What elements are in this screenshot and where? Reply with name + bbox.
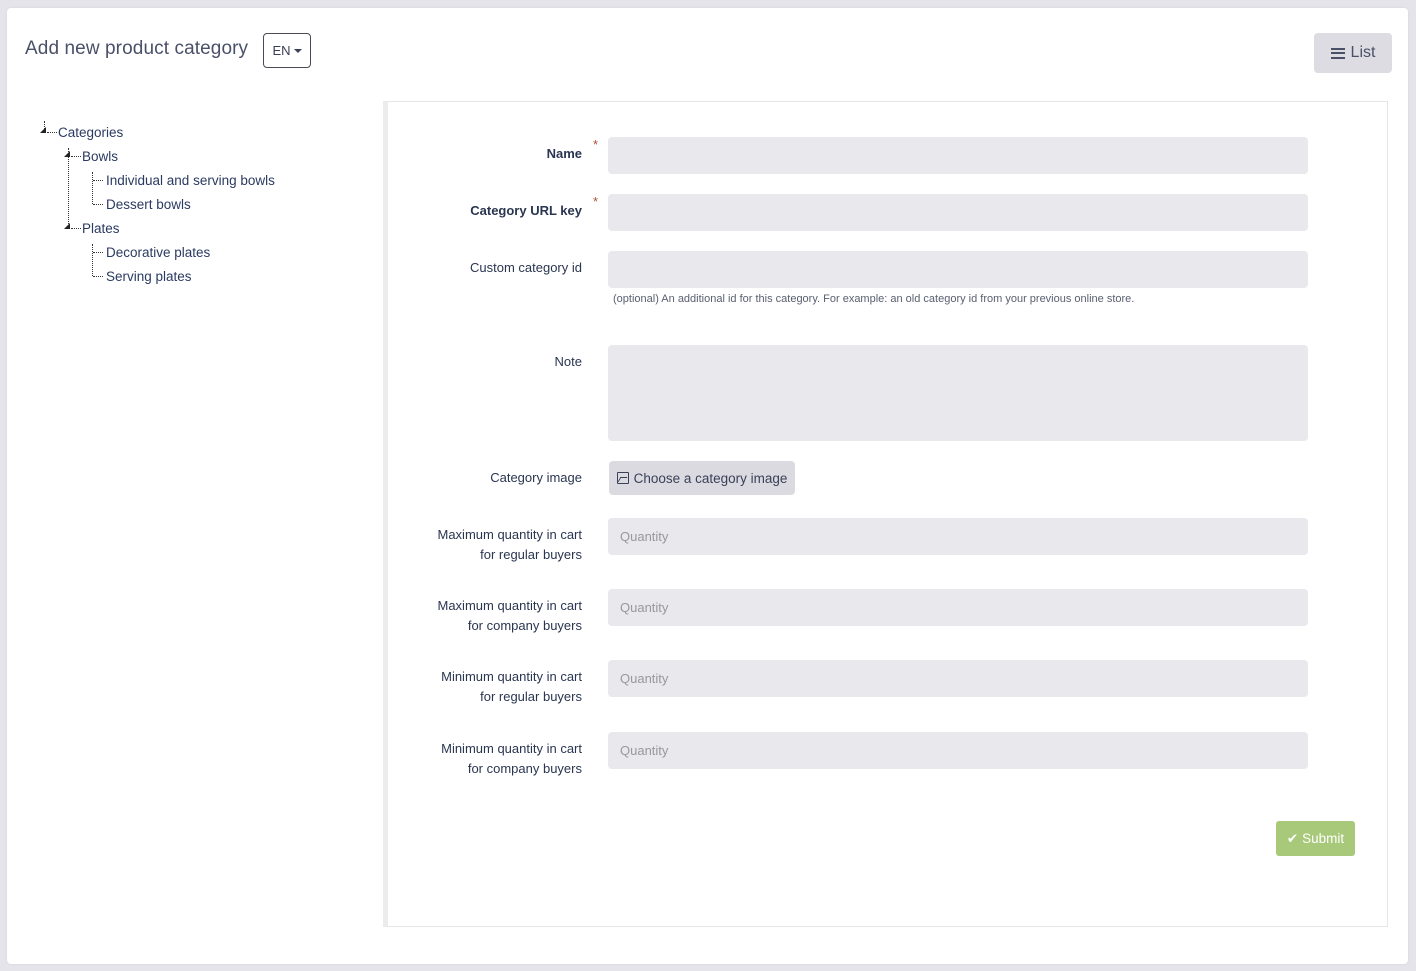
min-qty-regular-input[interactable]: Quantity bbox=[608, 660, 1308, 697]
url-key-input[interactable] bbox=[608, 194, 1308, 231]
language-dropdown[interactable]: EN bbox=[263, 33, 311, 68]
label-line: for company buyers bbox=[467, 618, 582, 633]
expand-toggle-icon[interactable] bbox=[40, 127, 46, 133]
custom-id-input[interactable] bbox=[608, 251, 1308, 288]
placeholder-text: Quantity bbox=[620, 529, 669, 544]
choose-image-button[interactable]: Choose a category image bbox=[609, 461, 795, 495]
note-textarea[interactable] bbox=[608, 345, 1308, 441]
expand-toggle-icon[interactable] bbox=[64, 223, 70, 229]
choose-image-label: Choose a category image bbox=[633, 470, 788, 486]
expand-toggle-icon[interactable] bbox=[64, 151, 70, 157]
max-qty-company-input[interactable]: Quantity bbox=[608, 589, 1308, 626]
note-label: Note bbox=[554, 354, 582, 369]
label-line: Maximum quantity in cart bbox=[437, 598, 583, 613]
tree-connector bbox=[71, 156, 81, 157]
tree-item-bowls[interactable]: Bowls bbox=[82, 149, 118, 164]
max-qty-regular-label: Maximum quantity in cart for regular buy… bbox=[438, 525, 583, 565]
category-image-label: Category image bbox=[490, 470, 582, 485]
tree-item-plates[interactable]: Plates bbox=[82, 221, 120, 236]
tree-connector bbox=[47, 132, 57, 133]
required-marker: * bbox=[593, 194, 599, 209]
placeholder-text: Quantity bbox=[620, 600, 669, 615]
label-line: for regular buyers bbox=[480, 689, 582, 704]
list-icon bbox=[1330, 47, 1345, 59]
list-button-label: List bbox=[1350, 44, 1376, 61]
page-card: Add new product category EN List Categor… bbox=[7, 8, 1408, 964]
tree-connector bbox=[71, 228, 81, 229]
tree-connector bbox=[93, 252, 103, 253]
tree-item[interactable]: Decorative plates bbox=[106, 245, 210, 260]
custom-id-label: Custom category id bbox=[470, 260, 582, 275]
name-label: Name bbox=[546, 146, 582, 161]
image-icon bbox=[616, 472, 629, 484]
list-button[interactable]: List bbox=[1314, 33, 1392, 73]
submit-label: Submit bbox=[1302, 831, 1345, 846]
max-qty-company-label: Maximum quantity in cart for company buy… bbox=[438, 596, 583, 636]
custom-id-help-text: (optional) An additional id for this cat… bbox=[613, 293, 1135, 305]
label-line: for regular buyers bbox=[480, 547, 582, 562]
label-line: Maximum quantity in cart bbox=[437, 527, 583, 542]
label-line: Minimum quantity in cart bbox=[441, 669, 582, 684]
tree-connector bbox=[93, 180, 103, 181]
submit-button[interactable]: ✔ Submit bbox=[1276, 821, 1355, 856]
tree-item[interactable]: Dessert bowls bbox=[106, 197, 191, 212]
min-qty-company-label: Minimum quantity in cart for company buy… bbox=[441, 739, 582, 779]
placeholder-text: Quantity bbox=[620, 671, 669, 686]
tree-item[interactable]: Individual and serving bowls bbox=[106, 173, 275, 188]
tree-item[interactable]: Serving plates bbox=[106, 269, 192, 284]
check-icon: ✔ bbox=[1286, 830, 1299, 846]
label-line: Minimum quantity in cart bbox=[441, 741, 582, 756]
page-title: Add new product category bbox=[25, 38, 249, 59]
label-line: for company buyers bbox=[467, 761, 582, 776]
min-qty-company-input[interactable]: Quantity bbox=[608, 732, 1308, 769]
category-form: Name * Category URL key * Custom categor… bbox=[383, 101, 1388, 927]
min-qty-regular-label: Minimum quantity in cart for regular buy… bbox=[441, 667, 582, 707]
name-input[interactable] bbox=[608, 137, 1308, 174]
tree-connector bbox=[92, 244, 93, 276]
required-marker: * bbox=[593, 137, 599, 152]
tree-connector bbox=[68, 148, 69, 228]
language-label: EN bbox=[272, 43, 291, 58]
tree-item-categories[interactable]: Categories bbox=[58, 125, 123, 140]
max-qty-regular-input[interactable]: Quantity bbox=[608, 518, 1308, 555]
tree-connector bbox=[93, 276, 103, 277]
caret-down-icon bbox=[293, 49, 302, 53]
tree-connector bbox=[92, 172, 93, 204]
url-key-label: Category URL key bbox=[470, 203, 582, 218]
tree-connector bbox=[93, 204, 103, 205]
placeholder-text: Quantity bbox=[620, 743, 669, 758]
